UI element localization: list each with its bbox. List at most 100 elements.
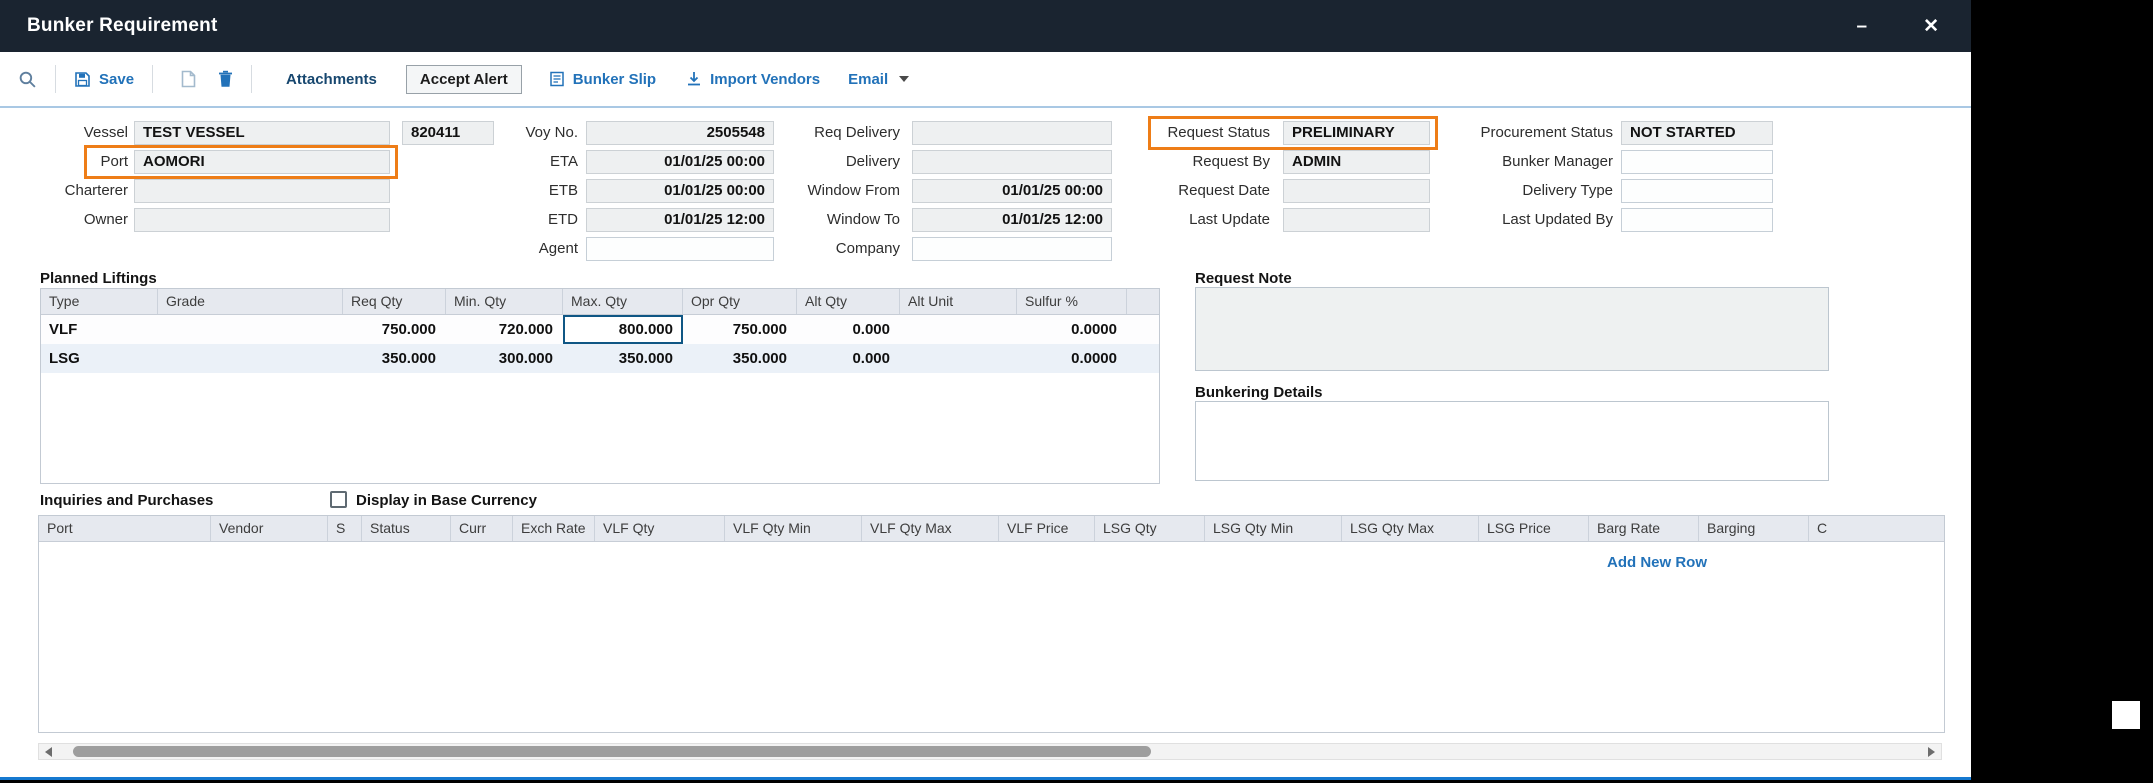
trash-icon (218, 70, 233, 88)
column-header-curr[interactable]: Curr (451, 516, 513, 541)
display-base-currency-label: Display in Base Currency (356, 492, 537, 509)
cell-min-qty[interactable]: 720.000 (446, 315, 563, 344)
delivery-field[interactable] (912, 150, 1112, 174)
column-header-lsg-qty[interactable]: LSG Qty (1095, 516, 1205, 541)
company-field[interactable] (912, 237, 1112, 261)
column-header-port[interactable]: Port (39, 516, 211, 541)
cell-grade[interactable] (158, 315, 343, 344)
close-button[interactable]: ✕ (1923, 17, 1939, 36)
request-status-field[interactable]: PRELIMINARY (1283, 121, 1430, 145)
column-header-type[interactable]: Type (41, 289, 158, 314)
vessel-field[interactable]: TEST VESSEL (134, 121, 390, 145)
last-updated-by-field[interactable] (1621, 208, 1773, 232)
request-date-label: Request Date (1125, 179, 1270, 203)
window-from-label: Window From (745, 179, 900, 203)
column-header-vendor[interactable]: Vendor (211, 516, 328, 541)
request-by-label: Request By (1125, 150, 1270, 174)
bunker-slip-label: Bunker Slip (573, 71, 656, 88)
column-header-lsg-qty-min[interactable]: LSG Qty Min (1205, 516, 1342, 541)
column-header-exch-rate[interactable]: Exch Rate (513, 516, 595, 541)
request-status-label: Request Status (1125, 121, 1270, 145)
column-header-alt-unit[interactable]: Alt Unit (900, 289, 1017, 314)
request-date-field[interactable] (1283, 179, 1430, 203)
column-header-req-qty[interactable]: Req Qty (343, 289, 446, 314)
accept-alert-button[interactable]: Accept Alert (406, 65, 522, 94)
cell-min-qty[interactable]: 300.000 (446, 344, 563, 373)
horizontal-scrollbar[interactable] (38, 743, 1942, 760)
cell-alt-unit[interactable] (900, 344, 1017, 373)
window-to-field[interactable]: 01/01/25 12:00 (912, 208, 1112, 232)
owner-label: Owner (28, 208, 128, 232)
etb-label: ETB (430, 179, 578, 203)
add-new-row-link[interactable]: Add New Row (1607, 554, 1707, 571)
last-updated-by-label: Last Updated By (1450, 208, 1613, 232)
column-header-barg-rate[interactable]: Barg Rate (1589, 516, 1699, 541)
scroll-right-icon[interactable] (1928, 747, 1935, 757)
delete-button[interactable] (209, 64, 242, 94)
attachments-button[interactable]: Attachments (277, 65, 386, 94)
vessel-label: Vessel (28, 121, 128, 145)
bunker-slip-button[interactable]: Bunker Slip (540, 65, 665, 94)
delivery-type-label: Delivery Type (1450, 179, 1613, 203)
column-header-alt-qty[interactable]: Alt Qty (797, 289, 900, 314)
inquiries-grid: Port Vendor S Status Curr Exch Rate VLF … (38, 515, 1945, 733)
display-base-currency-checkbox[interactable] (330, 491, 347, 508)
import-vendors-button[interactable]: Import Vendors (677, 65, 829, 94)
column-header-vlf-qty[interactable]: VLF Qty (595, 516, 725, 541)
new-document-button[interactable] (172, 64, 205, 94)
procurement-status-field[interactable]: NOT STARTED (1621, 121, 1773, 145)
cell-type[interactable]: VLF (41, 315, 158, 344)
cell-opr-qty[interactable]: 350.000 (683, 344, 797, 373)
cell-opr-qty[interactable]: 750.000 (683, 315, 797, 344)
cell-type[interactable]: LSG (41, 344, 158, 373)
port-field[interactable]: AOMORI (134, 150, 390, 174)
bunker-manager-field[interactable] (1621, 150, 1773, 174)
cell-alt-qty[interactable]: 0.000 (797, 315, 900, 344)
bunkering-details-textarea[interactable] (1195, 401, 1829, 481)
column-header-vlf-qty-min[interactable]: VLF Qty Min (725, 516, 862, 541)
column-header-s[interactable]: S (328, 516, 362, 541)
column-header-lsg-qty-max[interactable]: LSG Qty Max (1342, 516, 1479, 541)
column-header-vlf-qty-max[interactable]: VLF Qty Max (862, 516, 999, 541)
cell-req-qty[interactable]: 750.000 (343, 315, 446, 344)
request-note-textarea[interactable] (1195, 287, 1829, 371)
cell-alt-unit[interactable] (900, 315, 1017, 344)
charterer-field[interactable] (134, 179, 390, 203)
save-button[interactable]: Save (65, 65, 143, 94)
column-header-partial[interactable]: C (1809, 516, 1944, 541)
search-button[interactable] (14, 64, 46, 95)
column-header-sulfur[interactable]: Sulfur % (1017, 289, 1127, 314)
column-header-lsg-price[interactable]: LSG Price (1479, 516, 1589, 541)
req-delivery-field[interactable] (912, 121, 1112, 145)
column-header-barging[interactable]: Barging (1699, 516, 1809, 541)
column-header-min-qty[interactable]: Min. Qty (446, 289, 563, 314)
minimize-button[interactable]: – (1857, 17, 1868, 36)
cell-max-qty-selected[interactable]: 800.000 (563, 315, 683, 344)
column-header-max-qty[interactable]: Max. Qty (563, 289, 683, 314)
column-header-grade[interactable]: Grade (158, 289, 343, 314)
cell-max-qty[interactable]: 350.000 (563, 344, 683, 373)
last-update-field[interactable] (1283, 208, 1430, 232)
last-update-label: Last Update (1125, 208, 1270, 232)
window-from-field[interactable]: 01/01/25 00:00 (912, 179, 1112, 203)
column-header-status[interactable]: Status (362, 516, 451, 541)
bunkering-details-title: Bunkering Details (1195, 384, 1323, 401)
toolbar-separator (55, 65, 56, 93)
owner-field[interactable] (134, 208, 390, 232)
column-header-vlf-price[interactable]: VLF Price (999, 516, 1095, 541)
scrollbar-thumb[interactable] (73, 746, 1151, 757)
import-icon (686, 71, 702, 87)
request-by-field[interactable]: ADMIN (1283, 150, 1430, 174)
window-bottom-accent (0, 777, 1971, 780)
delivery-type-field[interactable] (1621, 179, 1773, 203)
email-button[interactable]: Email (839, 65, 918, 94)
cell-alt-qty[interactable]: 0.000 (797, 344, 900, 373)
cell-sulfur[interactable]: 0.0000 (1017, 315, 1127, 344)
cell-sulfur[interactable]: 0.0000 (1017, 344, 1127, 373)
column-header-opr-qty[interactable]: Opr Qty (683, 289, 797, 314)
window-to-label: Window To (745, 208, 900, 232)
cell-req-qty[interactable]: 350.000 (343, 344, 446, 373)
request-note-title: Request Note (1195, 270, 1292, 287)
scroll-left-icon[interactable] (45, 747, 52, 757)
cell-grade[interactable] (158, 344, 343, 373)
